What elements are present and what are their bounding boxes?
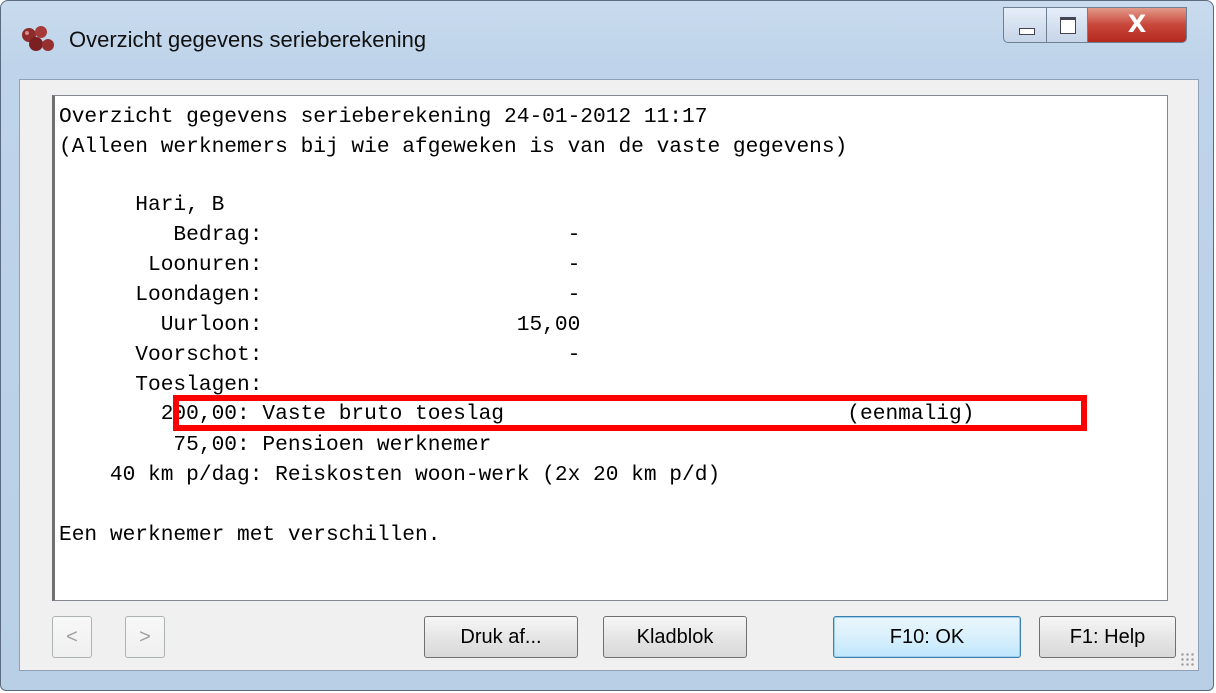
row-loondagen: Loondagen: - [59,283,581,307]
resize-grip[interactable] [1180,652,1194,666]
maximize-icon [1060,17,1076,34]
next-button[interactable]: > [125,616,165,658]
employee-name: Hari, B [59,193,225,217]
title-bar[interactable]: Overzicht gegevens serieberekening X [1,1,1213,79]
notepad-button[interactable]: Kladblok [603,616,747,658]
report-heading: Overzicht gegevens serieberekening 24-01… [59,105,708,129]
close-button[interactable]: X [1087,7,1187,43]
highlight-box [173,395,1087,431]
row-loonuren: Loonuren: - [59,253,581,277]
ok-button[interactable]: F10: OK [833,616,1021,658]
previous-button[interactable]: < [52,616,92,658]
help-button[interactable]: F1: Help [1039,616,1176,658]
row-reiskosten: 40 km p/dag: Reiskosten woon-werk (2x 20… [59,463,721,487]
close-icon: X [1127,10,1147,38]
report-text-area[interactable]: Overzicht gegevens serieberekening 24-01… [52,95,1168,601]
dialog-window: Overzicht gegevens serieberekening X Ove… [0,0,1214,691]
report-subheading: (Alleen werknemers bij wie afgeweken is … [59,135,848,159]
window-title: Overzicht gegevens serieberekening [69,27,427,52]
dialog-client-area: Overzicht gegevens serieberekening 24-01… [19,79,1199,671]
app-icon [22,26,54,51]
row-bedrag: Bedrag: - [59,223,581,247]
maximize-button[interactable] [1046,7,1088,43]
minimize-button[interactable] [1003,7,1047,43]
minimize-icon [1019,28,1035,35]
print-button[interactable]: Druk af... [424,616,578,658]
report-summary: Een werknemer met verschillen. [59,523,441,547]
row-voorschot: Voorschot: - [59,343,581,367]
row-uurloon: Uurloon: 15,00 [59,313,581,337]
row-pensioen-werknemer: 75,00: Pensioen werknemer [59,433,492,457]
